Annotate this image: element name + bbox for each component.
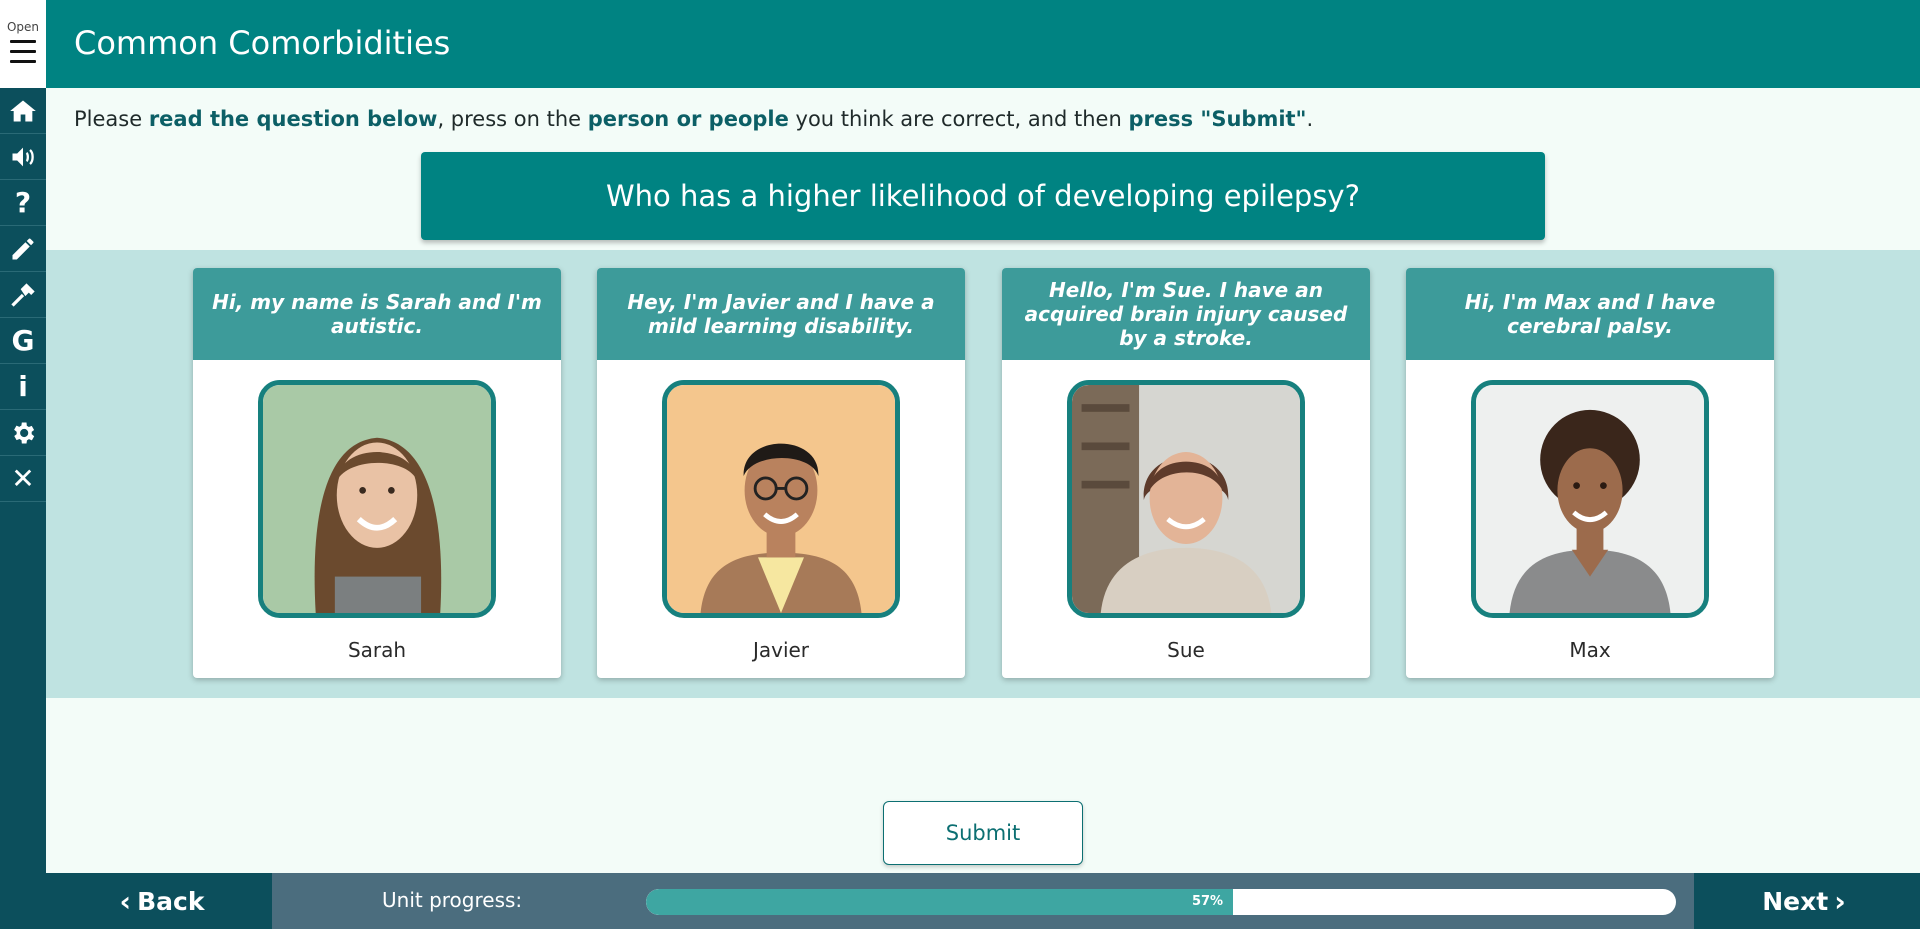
hammer-icon [11,282,35,307]
person-photo-sarah [263,385,491,613]
progress-percent: 57% [1191,894,1224,909]
card-quote: Hi, my name is Sarah and I'm autistic. [212,290,542,338]
person-photo-javier [667,385,895,613]
person-photo [662,380,900,618]
card-quote-box: Hey, I'm Javier and I have a mild learni… [597,268,965,360]
card-quote-box: Hello, I'm Sue. I have an acquired brain… [1002,268,1370,360]
glossary-icon: G [11,323,35,357]
tools-button[interactable] [0,272,46,318]
instructions-text: . [1306,107,1314,131]
instructions: Please read the question below, press on… [74,107,1313,131]
instructions-text: you think are correct, and then [788,107,1129,131]
home-button[interactable] [0,88,46,134]
question-text: Who has a higher likelihood of developin… [606,179,1360,213]
help-button[interactable]: ? [0,180,46,226]
question-banner: Who has a higher likelihood of developin… [421,152,1545,240]
card-name: Max [1569,638,1611,662]
home-icon [10,100,36,121]
card-quote-box: Hi, my name is Sarah and I'm autistic. [193,268,561,360]
card-name: Sarah [347,638,407,662]
person-card-sarah[interactable]: Hi, my name is Sarah and I'm autistic. S… [193,268,561,678]
next-button[interactable]: Next › [1694,873,1920,929]
gear-icon [14,422,35,443]
settings-button[interactable] [0,410,46,456]
info-button[interactable]: i [0,364,46,410]
progress-bar: 57% [646,889,1676,915]
instructions-emphasis: person or people [587,107,789,131]
menu-open-label: Open [6,20,40,34]
help-icon: ? [14,185,32,219]
close-icon: ✕ [11,461,35,495]
audio-button[interactable] [0,134,46,180]
person-card-sue[interactable]: Hello, I'm Sue. I have an acquired brain… [1002,268,1370,678]
person-card-javier[interactable]: Hey, I'm Javier and I have a mild learni… [597,268,965,678]
progress-fill: 57% [646,889,1234,915]
card-quote-box: Hi, I'm Max and I have cerebral palsy. [1406,268,1774,360]
person-photo-sue [1072,385,1300,613]
instructions-emphasis: press "Submit" [1128,107,1307,131]
sidebar: Open ? G i ✕ [0,0,46,929]
person-photo [258,380,496,618]
close-button[interactable]: ✕ [0,456,46,502]
person-card-max[interactable]: Hi, I'm Max and I have cerebral palsy. M… [1406,268,1774,678]
glossary-button[interactable]: G [0,318,46,364]
card-quote: Hey, I'm Javier and I have a mild learni… [627,290,935,338]
pencil-icon [12,238,34,259]
page-header: Common Comorbidities [46,0,1920,88]
card-quote: Hi, I'm Max and I have cerebral palsy. [1464,290,1716,338]
instructions-text: , press on the [437,107,588,131]
menu-toggle-button[interactable]: Open [0,0,46,88]
info-icon: i [18,369,28,403]
speaker-icon [12,147,34,166]
card-quote: Hello, I'm Sue. I have an acquired brain… [1024,278,1348,350]
submit-button[interactable]: Submit [883,801,1083,865]
chevron-right-icon: › [1834,884,1846,918]
progress-label: Unit progress: [382,888,523,912]
page-title: Common Comorbidities [74,24,451,62]
next-label: Next [1762,886,1829,916]
person-photo-max [1476,385,1704,613]
person-photo [1067,380,1305,618]
hamburger-icon [10,40,36,64]
person-photo [1471,380,1709,618]
back-label: Back [137,886,205,916]
card-name: Sue [1167,638,1205,662]
card-name: Javier [752,638,810,662]
footer-bar: ‹ Back Unit progress: 57% Next › [46,873,1920,929]
notes-button[interactable] [0,226,46,272]
instructions-text: Please [74,107,149,131]
chevron-left-icon: ‹ [119,884,132,918]
instructions-emphasis: read the question below [148,107,438,131]
back-button[interactable]: ‹ Back [46,873,272,929]
